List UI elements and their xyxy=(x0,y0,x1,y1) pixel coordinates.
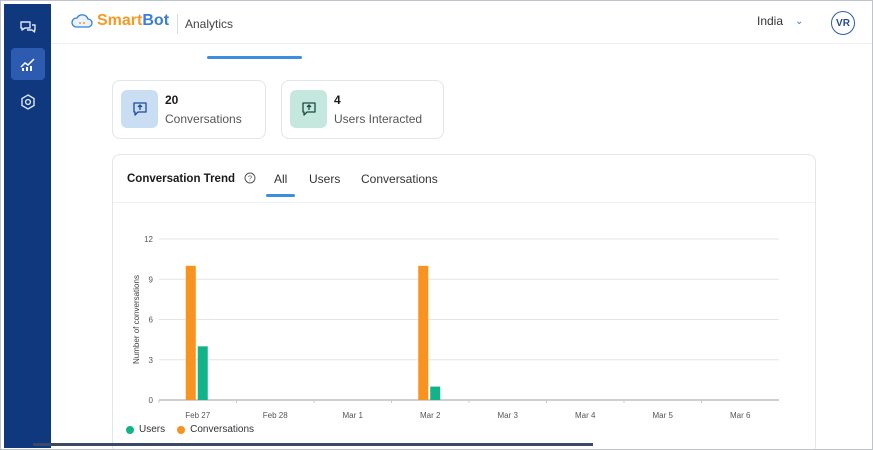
bar-users-mar-2 xyxy=(430,386,441,400)
y-tick-label: 3 xyxy=(149,356,154,365)
users-legend-marker xyxy=(126,425,134,434)
y-tick-label: 0 xyxy=(149,396,154,405)
bar-users-feb-27 xyxy=(197,346,208,400)
y-tick-label: 6 xyxy=(149,316,154,325)
legend-label: Conversations xyxy=(190,424,255,435)
chart-legend: Users Conversations xyxy=(126,424,266,435)
x-tick-label: Feb 28 xyxy=(263,411,288,420)
bar-conversations-feb-27 xyxy=(185,265,196,400)
y-tick-label: 12 xyxy=(144,235,153,244)
y-tick-label: 9 xyxy=(149,275,154,284)
x-tick-label: Mar 6 xyxy=(730,411,751,420)
legend-item-users[interactable]: Users xyxy=(126,424,165,435)
x-tick-label: Mar 1 xyxy=(343,411,364,420)
legend-item-conversations[interactable]: Conversations xyxy=(177,424,254,435)
x-tick-label: Mar 4 xyxy=(575,411,596,420)
x-tick-label: Mar 5 xyxy=(653,411,674,420)
x-tick-label: Feb 27 xyxy=(185,411,210,420)
x-tick-label: Mar 3 xyxy=(498,411,519,420)
conversation-trend-chart: 0 3 6 9 12 Feb 27 Feb 28 Mar 1 Mar 2 Mar 3 Mar 4 Ma… xyxy=(132,235,779,420)
legend-label: Users xyxy=(139,424,166,435)
y-axis-label: Number of conversations xyxy=(132,275,141,364)
bar-conversations-mar-2 xyxy=(418,265,429,400)
bottom-scroll-strip xyxy=(33,443,593,446)
conversations-legend-marker xyxy=(177,425,186,434)
x-tick-label: Mar 2 xyxy=(420,411,441,420)
app-window: SmartBot Analytics India ⌄ VR 20 Convers… xyxy=(0,0,873,450)
